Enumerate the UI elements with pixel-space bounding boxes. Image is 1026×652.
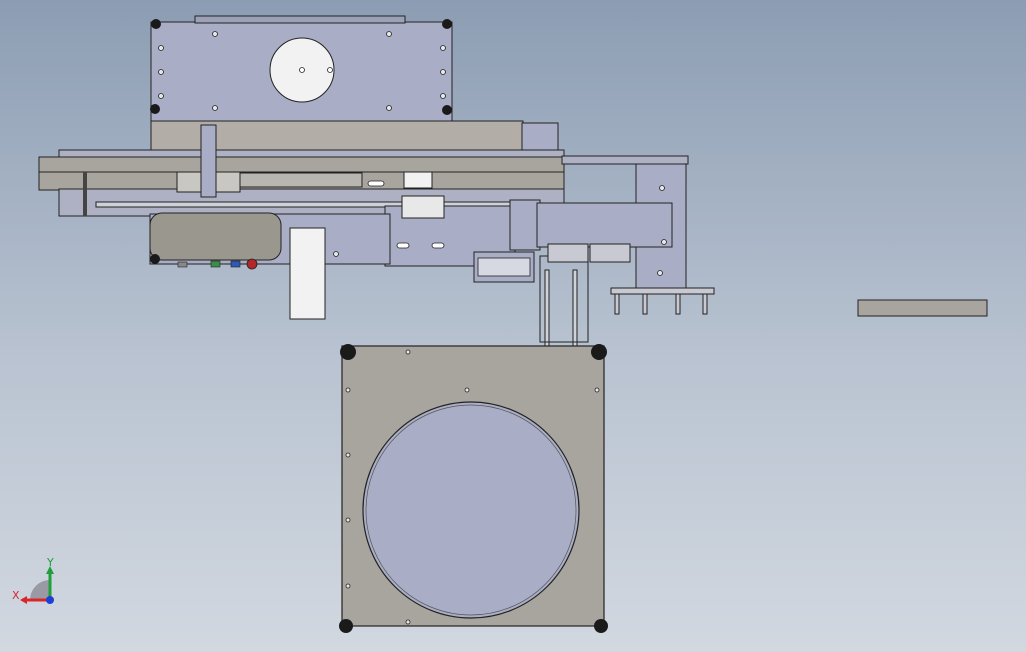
- triad-x-label: X: [12, 589, 20, 602]
- detached-plate: [857, 299, 988, 317]
- triad-z-axis: [46, 596, 54, 604]
- suction-bar: [610, 287, 715, 295]
- panel-slot-hole: [431, 242, 445, 249]
- triad-y-label: Y: [46, 556, 54, 569]
- box-foot: [591, 344, 607, 360]
- vertical-bracket: [200, 124, 217, 198]
- suction-cup-icon: [614, 293, 708, 315]
- rail-dark-stop: [83, 172, 87, 216]
- top-plate-end-block: [521, 122, 559, 152]
- rotary-disc-bolt: [327, 67, 333, 73]
- carriage-white-tag: [403, 171, 433, 189]
- coordinate-triad-icon: X Y: [12, 556, 54, 604]
- right-side-frame-top: [561, 155, 689, 165]
- top-plate-rail: [194, 15, 406, 24]
- valve-connector: [589, 243, 631, 263]
- rail-slot-hole: [367, 180, 385, 187]
- top-plate-corner-foot: [442, 19, 452, 29]
- white-sensor-block: [289, 227, 326, 320]
- gripper-clamp: [401, 195, 445, 219]
- stop-button-icon: [246, 258, 258, 270]
- box-foot: [340, 344, 356, 360]
- blue-button-icon: [230, 260, 241, 268]
- top-plate-corner-foot: [150, 104, 160, 114]
- panel-slot-hole: [396, 242, 410, 249]
- control-panel-foot: [150, 254, 160, 264]
- triad-sphere-shadow: [30, 580, 50, 600]
- green-button-icon: [210, 260, 221, 268]
- gripper-mount: [509, 199, 541, 251]
- rail-inner-slot: [239, 172, 363, 188]
- control-box: [149, 212, 282, 261]
- valve-block: [536, 202, 673, 248]
- panel-bolt: [333, 251, 339, 257]
- top-plate-corner-foot: [442, 105, 452, 115]
- control-panel-assembly: [149, 205, 516, 320]
- wafer-ring: [362, 401, 580, 619]
- cad-model-view: X Y: [12, 15, 988, 633]
- gray-button-icon: [177, 261, 188, 268]
- valve-bolt: [659, 185, 665, 191]
- box-foot: [594, 619, 608, 633]
- triad-x-arrow: [20, 596, 27, 604]
- suction-cup-bar: [610, 287, 715, 315]
- cad-viewport[interactable]: X Y: [0, 0, 1026, 652]
- cylinder-end: [477, 257, 531, 277]
- rotary-disc-hub: [299, 67, 305, 73]
- valve-bolt: [657, 270, 663, 276]
- valve-bolt: [661, 239, 667, 245]
- valve-connector: [547, 243, 589, 263]
- box-foot: [339, 619, 353, 633]
- top-plate-corner-foot: [151, 19, 161, 29]
- lower-box-assembly: [339, 344, 608, 633]
